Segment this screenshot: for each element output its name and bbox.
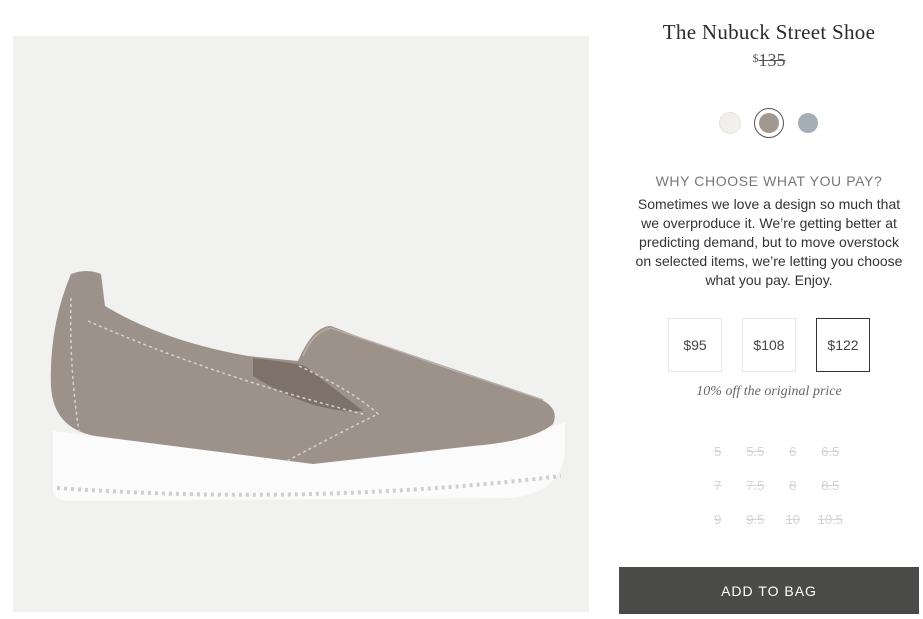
size-option-unavailable[interactable]: 7.5 bbox=[737, 478, 775, 512]
price-option[interactable]: $108 bbox=[742, 318, 796, 372]
price-option[interactable]: $122 bbox=[816, 318, 870, 372]
color-swatch-grey-blue[interactable] bbox=[796, 111, 820, 135]
shoe-image bbox=[50, 271, 565, 501]
original-price-amount: 135 bbox=[758, 50, 786, 70]
size-row: 9 9.5 10 10.5 bbox=[699, 512, 849, 546]
size-option-unavailable[interactable]: 9 bbox=[699, 512, 737, 546]
color-swatches bbox=[619, 108, 919, 138]
size-option-unavailable[interactable]: 10 bbox=[774, 512, 812, 546]
size-option-unavailable[interactable]: 10.5 bbox=[812, 512, 850, 546]
currency-symbol: $ bbox=[752, 51, 759, 65]
size-option-unavailable[interactable]: 5 bbox=[699, 444, 737, 478]
size-option-unavailable[interactable]: 9.5 bbox=[737, 512, 775, 546]
choose-description: Sometimes we love a design so much that … bbox=[635, 196, 903, 288]
price-option[interactable]: $95 bbox=[668, 318, 722, 372]
swatch-color bbox=[798, 113, 818, 133]
size-grid: 5 5.5 6 6.5 7 7.5 8 8.5 9 9.5 10 10.5 bbox=[699, 444, 849, 546]
size-option-unavailable[interactable]: 8 bbox=[774, 478, 812, 512]
size-option-unavailable[interactable]: 6.5 bbox=[812, 444, 850, 478]
price-options: $95 $108 $122 bbox=[619, 318, 919, 372]
swatch-color bbox=[719, 112, 741, 134]
choose-heading: WHY CHOOSE WHAT YOU PAY? bbox=[655, 173, 883, 189]
size-option-unavailable[interactable]: 5.5 bbox=[737, 444, 775, 478]
product-title: The Nubuck Street Shoe bbox=[662, 20, 876, 44]
size-option-unavailable[interactable]: 8.5 bbox=[812, 478, 850, 512]
size-row: 5 5.5 6 6.5 bbox=[699, 444, 849, 478]
add-to-bag-button[interactable]: ADD TO BAG bbox=[619, 567, 919, 614]
product-info-panel: The Nubuck Street Shoe $135 WHY CHOOSE W… bbox=[619, 0, 919, 619]
color-swatch-white[interactable] bbox=[718, 111, 742, 135]
size-row: 7 7.5 8 8.5 bbox=[699, 478, 849, 512]
discount-note: 10% off the original price bbox=[696, 384, 842, 399]
color-swatch-taupe[interactable] bbox=[754, 108, 784, 138]
size-option-unavailable[interactable]: 7 bbox=[699, 478, 737, 512]
product-image bbox=[13, 36, 589, 612]
swatch-color bbox=[759, 113, 779, 133]
size-option-unavailable[interactable]: 6 bbox=[774, 444, 812, 478]
original-price: $135 bbox=[619, 50, 919, 71]
